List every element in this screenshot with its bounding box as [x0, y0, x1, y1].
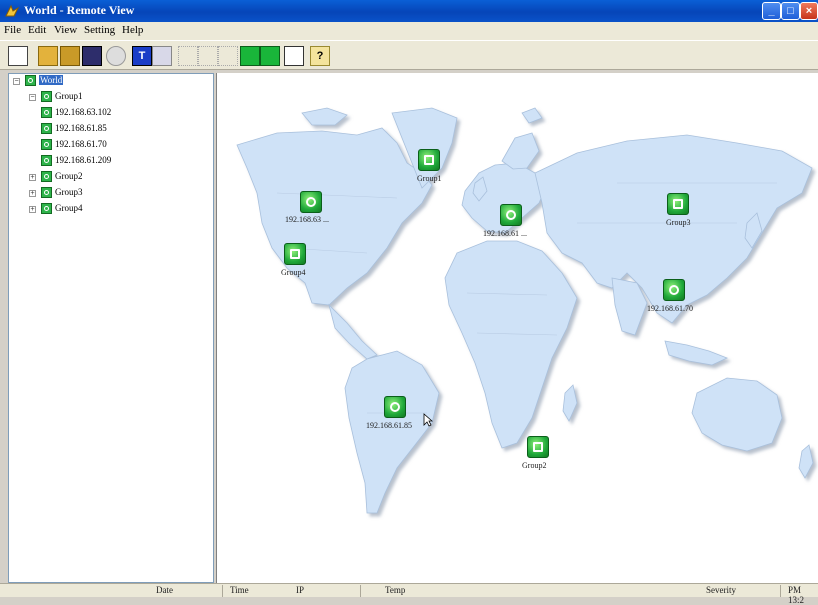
tree-device-label: 192.168.63.102	[55, 107, 112, 117]
group-node-icon	[41, 187, 52, 199]
group-node-icon	[41, 91, 52, 103]
status-temp-header: Temp	[385, 585, 406, 595]
menu-setting[interactable]: Setting	[84, 24, 115, 36]
menu-file[interactable]: File	[4, 24, 21, 36]
status-clock: PM 13:2	[788, 585, 805, 605]
title-bar: World - Remote View _ □ ×	[0, 0, 818, 22]
bar-icon[interactable]	[152, 46, 172, 66]
group-node-icon	[41, 203, 52, 215]
close-button[interactable]: ×	[800, 2, 818, 20]
world-map	[236, 107, 814, 514]
group-node-icon	[41, 171, 52, 183]
svalbard-landmass	[521, 107, 543, 124]
tree-device-label: 192.168.61.209	[55, 155, 112, 165]
status-time-header: Time	[230, 585, 249, 595]
australia-landmass	[691, 377, 783, 452]
disabled-icon	[106, 46, 126, 66]
copy-icon	[198, 46, 218, 66]
device-node-icon	[41, 123, 52, 135]
status-bar: Date Time IP Temp Severity PM 13:2	[0, 583, 818, 605]
map-marker-label: Group3	[666, 218, 691, 227]
world-map-view[interactable]: Group1 192.168.63 ... Group4 192.168.61 …	[216, 73, 818, 583]
tree-device-label: 192.168.61.85	[55, 123, 107, 133]
map-marker-label: 192.168.61 ...	[483, 229, 527, 238]
map-marker-label: Group4	[281, 268, 306, 277]
tree-device-4[interactable]: 192.168.61.209	[41, 155, 111, 168]
app-icon	[5, 4, 20, 17]
menu-edit[interactable]: Edit	[28, 24, 46, 36]
new-icon[interactable]	[8, 46, 28, 66]
africa-landmass	[444, 240, 578, 449]
south-america-landmass	[344, 350, 440, 514]
device-node-icon	[41, 139, 52, 151]
tree-group2[interactable]: Group2	[41, 171, 83, 184]
mouse-cursor-icon	[423, 413, 433, 427]
save-icon[interactable]	[82, 46, 102, 66]
expand-group3-toggle[interactable]: +	[29, 190, 36, 197]
expand-group2-toggle[interactable]: +	[29, 174, 36, 181]
collapse-root-toggle[interactable]: −	[13, 78, 20, 85]
device-node-icon	[41, 107, 52, 119]
green-dot2-icon[interactable]	[260, 46, 280, 66]
device-marker-icon[interactable]	[500, 204, 522, 226]
toolbar: T ?	[0, 40, 818, 70]
expand-group4-toggle[interactable]: +	[29, 206, 36, 213]
minimize-button[interactable]: _	[762, 2, 781, 20]
tree-group3-label: Group3	[55, 187, 83, 197]
world-node-icon	[25, 75, 36, 87]
tree-device-3[interactable]: 192.168.61.70	[41, 139, 107, 152]
tree-device-2[interactable]: 192.168.61.85	[41, 123, 107, 136]
cut-icon	[178, 46, 198, 66]
t-icon[interactable]: T	[132, 46, 152, 66]
new-zealand-landmass	[798, 444, 814, 479]
menu-bar: File Edit View Setting Help	[0, 22, 818, 40]
menu-help[interactable]: Help	[122, 24, 143, 36]
tree-root-world[interactable]: World	[25, 75, 64, 88]
tree-group1-label: Group1	[55, 91, 83, 101]
open-folder-icon[interactable]	[38, 46, 58, 66]
arctic-islands-landmass	[301, 107, 348, 126]
open-map-icon[interactable]	[60, 46, 80, 66]
status-ip-header: IP	[296, 585, 305, 595]
tree-group2-label: Group2	[55, 171, 83, 181]
device-node-icon	[41, 155, 52, 167]
tree-device-1[interactable]: 192.168.63.102	[41, 107, 111, 120]
tree-group1[interactable]: Group1	[41, 91, 83, 104]
scandinavia-landmass	[501, 132, 540, 170]
tree-device-label: 192.168.61.70	[55, 139, 107, 149]
central-america-landmass	[328, 303, 378, 360]
map-marker-label: Group2	[522, 461, 547, 470]
group-marker-icon[interactable]	[284, 243, 306, 265]
device-marker-icon[interactable]	[663, 279, 685, 301]
device-marker-icon[interactable]	[384, 396, 406, 418]
group-marker-icon[interactable]	[527, 436, 549, 458]
device-tree: − World − Group1 192.168.63.102 192.168.…	[8, 73, 214, 583]
tree-group4-label: Group4	[55, 203, 83, 213]
status-severity-header: Severity	[706, 585, 736, 595]
menu-view[interactable]: View	[54, 24, 77, 36]
collapse-group1-toggle[interactable]: −	[29, 94, 36, 101]
indonesia-landmass	[664, 340, 729, 366]
group-marker-icon[interactable]	[418, 149, 440, 171]
status-date-header: Date	[156, 585, 173, 595]
maximize-button[interactable]: □	[781, 2, 800, 20]
window-title: World - Remote View	[24, 3, 135, 17]
map-marker-label: 192.168.63 ...	[285, 215, 329, 224]
group-marker-icon[interactable]	[667, 193, 689, 215]
help-icon[interactable]: ?	[310, 46, 330, 66]
tree-root-label: World	[39, 75, 64, 85]
north-america-landmass	[236, 127, 433, 306]
device-marker-icon[interactable]	[300, 191, 322, 213]
map-marker-label: 192.168.61.85	[366, 421, 412, 430]
map-marker-label: 192.168.61.70	[647, 304, 693, 313]
grid-icon[interactable]	[284, 46, 304, 66]
madagascar-landmass	[562, 384, 578, 422]
map-marker-label: Group1	[417, 174, 442, 183]
paste-icon	[218, 46, 238, 66]
green-dot-icon[interactable]	[240, 46, 260, 66]
tree-group3[interactable]: Group3	[41, 187, 83, 200]
tree-group4[interactable]: Group4	[41, 203, 83, 216]
